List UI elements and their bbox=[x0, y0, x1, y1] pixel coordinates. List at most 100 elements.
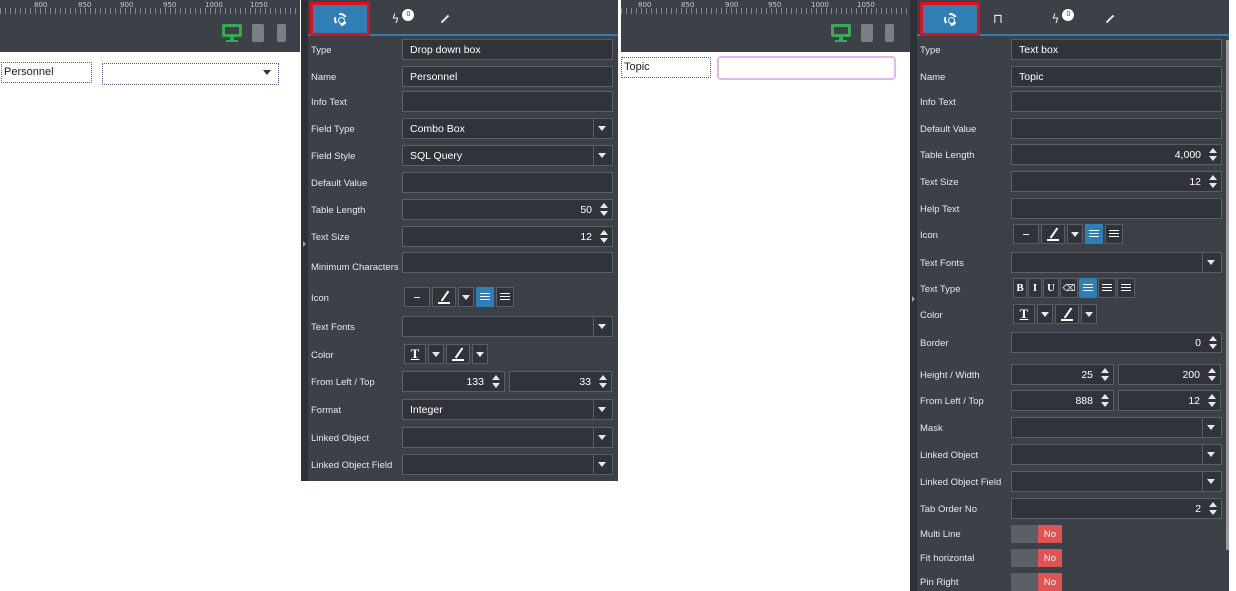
tab-style[interactable] bbox=[1095, 5, 1125, 33]
properties-scrollbar[interactable] bbox=[1226, 40, 1229, 550]
pin-right-toggle[interactable]: No bbox=[1011, 573, 1062, 591]
name-field[interactable]: Personnel bbox=[402, 66, 613, 87]
text-fonts-select[interactable] bbox=[1011, 252, 1222, 273]
mask-select[interactable] bbox=[1011, 417, 1222, 438]
field-value: Combo Box bbox=[410, 122, 465, 135]
table-length-field[interactable]: 4,000 bbox=[1011, 144, 1222, 165]
default-value-field[interactable] bbox=[1011, 118, 1222, 139]
align-right-button[interactable] bbox=[1105, 224, 1123, 244]
left-panel-collapse-handle[interactable] bbox=[301, 0, 308, 481]
minimum-characters-field[interactable] bbox=[402, 252, 613, 273]
topic-label[interactable]: Topic bbox=[621, 57, 711, 78]
spinner-icon[interactable] bbox=[1209, 148, 1217, 161]
info-text-field[interactable] bbox=[1011, 91, 1222, 112]
background-color-dropdown[interactable] bbox=[472, 344, 488, 364]
background-color-dropdown[interactable] bbox=[1081, 304, 1097, 324]
type-field[interactable]: Text box bbox=[1011, 39, 1222, 60]
tablet-icon[interactable] bbox=[861, 24, 873, 42]
type-field[interactable]: Drop down box bbox=[402, 39, 613, 60]
multi-line-toggle[interactable]: No bbox=[1011, 525, 1062, 543]
spinner-icon[interactable] bbox=[1101, 368, 1109, 381]
info-text-field[interactable] bbox=[402, 91, 613, 112]
from-left-top-second-field[interactable]: 33 bbox=[509, 371, 612, 392]
italic-button[interactable]: I bbox=[1028, 278, 1042, 298]
icon-color-dropdown[interactable] bbox=[1067, 224, 1083, 244]
format-select[interactable]: Integer bbox=[402, 399, 613, 420]
linked-object-field-select[interactable] bbox=[1011, 471, 1222, 492]
align-left-button[interactable] bbox=[1079, 278, 1097, 298]
background-color-button[interactable] bbox=[1055, 304, 1079, 324]
phone-icon[interactable] bbox=[885, 24, 894, 42]
spinner-icon[interactable] bbox=[1209, 175, 1217, 188]
linked-object-select[interactable] bbox=[1011, 444, 1222, 465]
tab-settings[interactable] bbox=[920, 2, 980, 36]
text-color-button[interactable]: T bbox=[404, 344, 426, 364]
spinner-icon[interactable] bbox=[1101, 394, 1109, 407]
tablet-icon[interactable] bbox=[252, 24, 264, 42]
personnel-dropdown[interactable] bbox=[102, 63, 279, 85]
border-field[interactable]: 0 bbox=[1011, 332, 1222, 353]
spinner-icon[interactable] bbox=[1209, 502, 1217, 515]
icon-picker-button[interactable] bbox=[1013, 224, 1039, 244]
icon-color-button[interactable] bbox=[432, 287, 456, 307]
align-right-button[interactable] bbox=[496, 287, 514, 307]
chevron-down-icon bbox=[432, 351, 440, 357]
property-row-default-value: Default Value bbox=[308, 170, 618, 196]
text-color-dropdown[interactable] bbox=[428, 344, 444, 364]
desktop-icon[interactable] bbox=[222, 24, 242, 42]
tab-style[interactable] bbox=[430, 5, 460, 33]
from-left-top-first-field[interactable]: 888 bbox=[1011, 390, 1114, 411]
desktop-icon[interactable] bbox=[831, 24, 851, 42]
field-value: Personnel bbox=[410, 70, 458, 83]
property-label: Text Fonts bbox=[311, 321, 355, 333]
personnel-label[interactable]: Personnel bbox=[1, 62, 92, 83]
spinner-icon[interactable] bbox=[599, 375, 607, 388]
align-right-button[interactable] bbox=[1117, 278, 1135, 298]
spinner-icon[interactable] bbox=[1208, 394, 1216, 407]
spinner-icon[interactable] bbox=[1208, 368, 1216, 381]
height-width-second-field[interactable]: 200 bbox=[1118, 364, 1221, 385]
text-color-dropdown[interactable] bbox=[1037, 304, 1053, 324]
background-color-button[interactable] bbox=[446, 344, 470, 364]
linked-object-field-select[interactable] bbox=[402, 454, 613, 475]
default-value-field[interactable] bbox=[402, 172, 613, 193]
icon-color-dropdown[interactable] bbox=[458, 287, 474, 307]
icon-picker-button[interactable] bbox=[404, 287, 430, 307]
spinner-icon[interactable] bbox=[600, 203, 608, 216]
help-text-field[interactable] bbox=[1011, 198, 1222, 219]
spinner-icon[interactable] bbox=[600, 230, 608, 243]
underline-button[interactable]: U bbox=[1043, 278, 1059, 298]
align-left-button[interactable] bbox=[476, 287, 494, 307]
table-length-field[interactable]: 50 bbox=[402, 199, 613, 220]
align-center-button[interactable] bbox=[1098, 278, 1116, 298]
spinner-icon[interactable] bbox=[492, 375, 500, 388]
field-type-select[interactable]: Combo Box bbox=[402, 118, 613, 139]
clear-format-button[interactable]: ⌫ bbox=[1060, 278, 1078, 298]
ruler-label: 800 bbox=[638, 1, 652, 9]
tab-events[interactable]: ϟ0 bbox=[1043, 5, 1083, 33]
from-left-top-second-field[interactable]: 12 bbox=[1118, 390, 1221, 411]
linked-object-select[interactable] bbox=[402, 427, 613, 448]
text-size-field[interactable]: 12 bbox=[1011, 171, 1222, 192]
text-fonts-select[interactable] bbox=[402, 316, 613, 337]
tab-order-no-field[interactable]: 2 bbox=[1011, 498, 1222, 519]
tab-events[interactable]: ϟ0 bbox=[383, 5, 423, 33]
name-field[interactable]: Topic bbox=[1011, 66, 1222, 87]
from-left-top-first-field[interactable]: 133 bbox=[402, 371, 505, 392]
right-panel-collapse-handle[interactable] bbox=[910, 0, 917, 591]
underline-icon: U bbox=[1047, 282, 1055, 294]
bold-button[interactable]: B bbox=[1013, 278, 1027, 298]
height-width-first-field[interactable]: 25 bbox=[1011, 364, 1114, 385]
field-value: Topic bbox=[1019, 70, 1044, 83]
field-style-select[interactable]: SQL Query bbox=[402, 145, 613, 166]
text-size-field[interactable]: 12 bbox=[402, 226, 613, 247]
text-color-button[interactable]: T bbox=[1013, 304, 1035, 324]
align-left-button[interactable] bbox=[1085, 224, 1103, 244]
topic-textbox[interactable] bbox=[717, 56, 896, 80]
phone-icon[interactable] bbox=[277, 24, 286, 42]
tab-layout[interactable]: ⊓ bbox=[983, 5, 1013, 33]
spinner-icon[interactable] bbox=[1209, 336, 1217, 349]
tab-settings[interactable] bbox=[310, 2, 370, 36]
icon-color-button[interactable] bbox=[1041, 224, 1065, 244]
fit-horizontal-toggle[interactable]: No bbox=[1011, 549, 1062, 567]
